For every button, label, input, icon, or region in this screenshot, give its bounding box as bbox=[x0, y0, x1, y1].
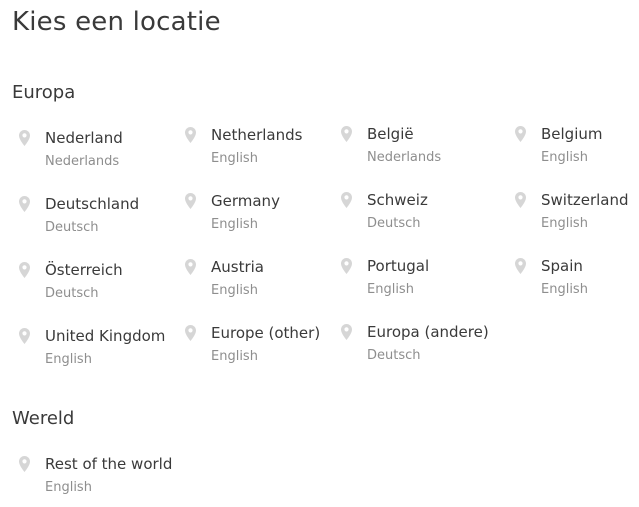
map-pin-icon bbox=[515, 192, 526, 208]
location-name: Schweiz bbox=[367, 191, 428, 209]
map-pin-icon bbox=[341, 126, 352, 142]
location-language: Deutsch bbox=[367, 216, 421, 231]
map-pin-icon bbox=[19, 196, 30, 212]
location-name: Spain bbox=[541, 257, 583, 275]
location-language: Nederlands bbox=[367, 150, 442, 165]
location-language: English bbox=[211, 283, 258, 298]
location-name: Deutschland bbox=[45, 195, 140, 213]
map-pin-icon bbox=[19, 262, 30, 278]
location-language: English bbox=[541, 216, 588, 231]
map-pin-icon bbox=[341, 258, 352, 274]
location-name: Europa (andere) bbox=[367, 323, 489, 341]
location-language: Deutsch bbox=[367, 348, 421, 363]
location-language: English bbox=[541, 282, 588, 297]
location-name: België bbox=[367, 125, 414, 143]
location-language: English bbox=[45, 480, 92, 495]
location-name: Netherlands bbox=[211, 126, 303, 144]
map-pin-icon bbox=[515, 126, 526, 142]
location-language: English bbox=[541, 150, 588, 165]
map-pin-icon bbox=[185, 127, 196, 143]
location-name: Portugal bbox=[367, 257, 430, 275]
location-language: English bbox=[367, 282, 414, 297]
location-language: Nederlands bbox=[45, 154, 120, 169]
map-pin-icon bbox=[19, 328, 30, 344]
location-name: Nederland bbox=[45, 129, 123, 147]
location-name: United Kingdom bbox=[45, 327, 166, 345]
location-name: Switzerland bbox=[541, 191, 629, 209]
map-pin-icon bbox=[341, 192, 352, 208]
location-name: Europe (other) bbox=[211, 324, 321, 342]
location-name: Austria bbox=[211, 258, 264, 276]
section-title-world: Wereld bbox=[12, 408, 75, 429]
location-name: Österreich bbox=[45, 261, 123, 279]
location-language: English bbox=[211, 349, 258, 364]
map-pin-icon bbox=[185, 325, 196, 341]
location-name: Rest of the world bbox=[45, 455, 173, 473]
map-pin-icon bbox=[185, 259, 196, 275]
location-name: Germany bbox=[211, 192, 280, 210]
page-title: Kies een locatie bbox=[12, 7, 221, 37]
map-pin-icon bbox=[19, 130, 30, 146]
map-pin-icon bbox=[19, 456, 30, 472]
location-name: Belgium bbox=[541, 125, 603, 143]
location-language: English bbox=[211, 151, 258, 166]
location-language: English bbox=[45, 352, 92, 367]
location-language: Deutsch bbox=[45, 286, 99, 301]
location-language: Deutsch bbox=[45, 220, 99, 235]
map-pin-icon bbox=[185, 193, 196, 209]
map-pin-icon bbox=[341, 324, 352, 340]
map-pin-icon bbox=[515, 258, 526, 274]
section-title-europe: Europa bbox=[12, 82, 76, 103]
location-language: English bbox=[211, 217, 258, 232]
